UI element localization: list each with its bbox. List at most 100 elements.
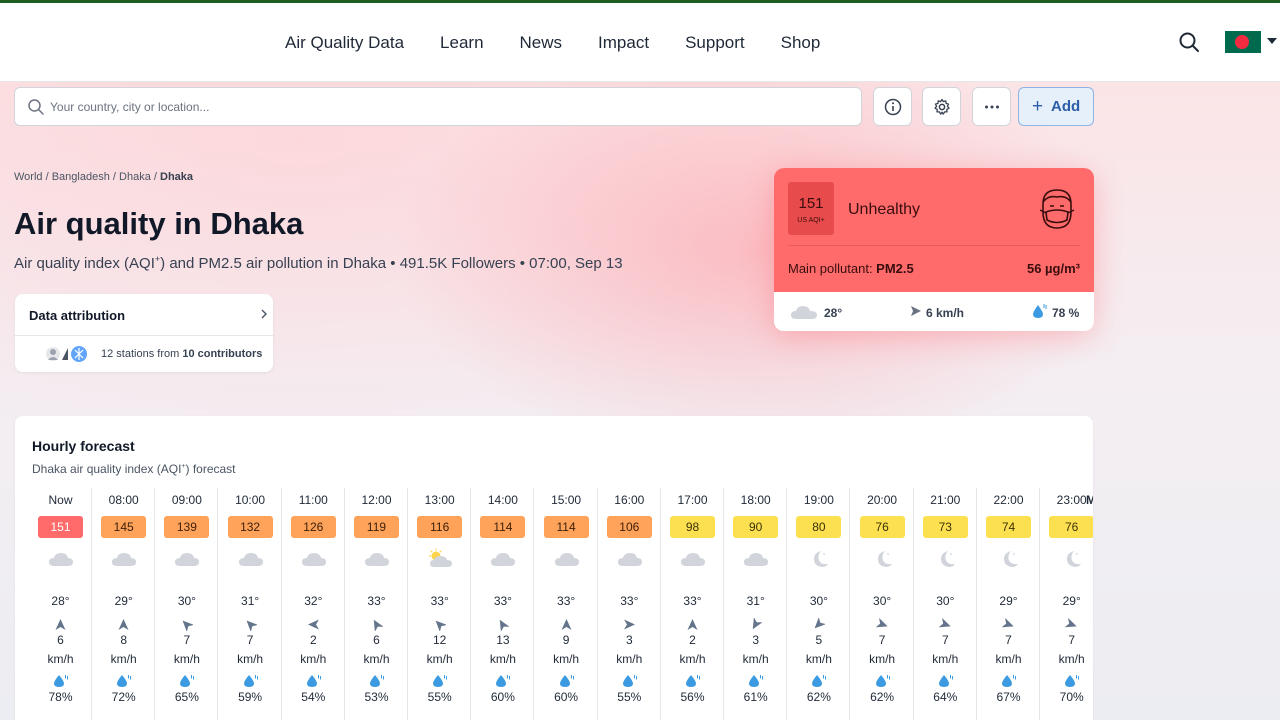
forecast-temp: 33° (493, 594, 512, 608)
wind-direction-icon (687, 619, 698, 630)
wind-direction-icon (1002, 618, 1014, 628)
forecast-aqi-badge: 73 (922, 516, 968, 538)
nav-news[interactable]: News (520, 33, 563, 53)
moon-icon (933, 548, 959, 570)
wind-direction-icon (183, 620, 194, 631)
forecast-time: 08:00 (108, 493, 139, 507)
forecast-aqi-badge: 126 (290, 516, 336, 538)
forecast-wind-unit: km/h (1058, 652, 1085, 666)
forecast-humidity: 55% (427, 690, 452, 704)
wind-direction-icon (623, 619, 635, 630)
forecast-wind-speed: 12 (433, 633, 447, 647)
humidity-icon (1033, 304, 1047, 318)
cloud-icon (111, 548, 137, 570)
wind-direction-icon (246, 620, 257, 631)
forecast-time: 11:00 (298, 493, 328, 507)
wind-direction-icon (1065, 618, 1077, 628)
forecast-wind-unit: km/h (300, 652, 327, 666)
current-wind: 6 km/h (910, 305, 964, 320)
forecast-column: 09:00 139 30° 7 km/h 65% (155, 488, 219, 720)
humidity-icon (559, 675, 574, 687)
hourly-forecast-card: Hourly forecast Dhaka air quality index … (15, 416, 1093, 720)
forecast-humidity: 72% (111, 690, 136, 704)
sun-cloud-icon (427, 548, 453, 570)
breadcrumb-world[interactable]: World (14, 171, 43, 183)
forecast-aqi-badge: 90 (733, 516, 779, 538)
forecast-wind-unit: km/h (742, 652, 769, 666)
moon-icon (1059, 548, 1085, 570)
forecast-aqi-badge: 114 (480, 516, 526, 538)
info-button[interactable] (873, 87, 912, 126)
forecast-humidity: 65% (174, 690, 199, 704)
forecast-time: Now (48, 493, 73, 507)
forecast-aqi-badge: 132 (227, 516, 273, 538)
forecast-wind-unit: km/h (995, 652, 1022, 666)
site-header: Air Quality Data Learn News Impact Suppo… (0, 3, 1280, 82)
data-attribution-card[interactable]: Data attribution 12 stations from 10 con… (15, 294, 273, 372)
forecast-aqi-badge: 98 (670, 516, 715, 538)
forecast-wind-unit: km/h (363, 652, 390, 666)
bangladesh-flag-icon[interactable] (1225, 31, 1261, 53)
current-temp: 28° (790, 303, 842, 324)
nav-air-quality-data[interactable]: Air Quality Data (285, 33, 404, 53)
humidity-icon (1002, 675, 1016, 687)
forecast-time: 15:00 (551, 493, 582, 507)
nav-support[interactable]: Support (685, 33, 745, 53)
aqi-badge: 151 US AQI+ (788, 182, 834, 235)
settings-button[interactable] (922, 87, 961, 126)
more-button[interactable] (972, 87, 1011, 126)
forecast-column: 13:00 116 33° 12 km/h 55% (408, 488, 472, 720)
cloud-icon (238, 548, 264, 570)
humidity-icon (1065, 675, 1080, 687)
forecast-aqi-badge: 151 (38, 516, 83, 538)
forecast-temp: 33° (683, 594, 702, 608)
humidity-icon (496, 675, 511, 687)
cloud-icon (791, 306, 817, 319)
forecast-aqi-badge: 139 (164, 516, 210, 538)
forecast-wind-speed: 7 (941, 633, 949, 647)
forecast-subtitle: Dhaka air quality index (AQI+) forecast (32, 462, 236, 476)
nav-learn[interactable]: Learn (440, 33, 483, 53)
breadcrumb-country[interactable]: Bangladesh (52, 171, 110, 183)
humidity-icon (117, 675, 132, 687)
gear-icon (934, 98, 950, 115)
face-mask-icon (1039, 189, 1075, 229)
forecast-columns: Now 151 28° 6 km/h 78% 08:00 145 29° 8 km/h 72% 09:0… (15, 488, 1093, 720)
forecast-time: 14:00 (487, 493, 518, 507)
forecast-wind-speed: 2 (689, 633, 696, 647)
forecast-wind-speed: 7 (878, 633, 886, 647)
humidity-icon (875, 675, 890, 687)
nav-shop[interactable]: Shop (781, 33, 821, 53)
forecast-time: 10:00 (235, 493, 266, 507)
forecast-column: 15:00 114 33° 9 km/h 60% (535, 488, 598, 720)
forecast-time: 19:00 (803, 493, 834, 507)
humidity-icon (686, 675, 700, 687)
breadcrumb-region[interactable]: Dhaka (119, 171, 151, 183)
add-button[interactable]: + Add (1018, 87, 1094, 126)
forecast-time: 12:00 (361, 493, 392, 507)
forecast-wind-unit: km/h (553, 652, 580, 666)
forecast-humidity: 60% (554, 690, 579, 704)
nav-impact[interactable]: Impact (598, 33, 649, 53)
forecast-temp: 31° (746, 594, 765, 608)
forecast-temp: 30° (177, 594, 196, 608)
forecast-aqi-badge: 116 (417, 516, 463, 538)
caret-down-icon[interactable] (1267, 38, 1277, 44)
forecast-temp: 30° (873, 594, 892, 608)
forecast-wind-unit: km/h (869, 652, 896, 666)
forecast-wind-unit: km/h (237, 652, 264, 666)
forecast-time: 21:00 (930, 493, 961, 507)
forecast-time: 20:00 (867, 493, 898, 507)
forecast-column: 21:00 73 30° 7 km/h 64% (914, 488, 977, 720)
forecast-wind-unit: km/h (616, 652, 643, 666)
forecast-column: 16:00 106 33° 3 km/h 55% (598, 488, 661, 720)
main-pollutant: Main pollutant: PM2.5 (788, 261, 914, 276)
forecast-time: 17:00 (677, 493, 708, 507)
stations-count: 12 stations from 10 contributors (101, 348, 263, 360)
search-icon[interactable] (1177, 30, 1201, 54)
forecast-column: Now 151 28° 6 km/h 78% (29, 488, 92, 720)
search-input[interactable] (50, 96, 830, 118)
humidity-icon (938, 675, 953, 687)
forecast-wind-speed: 13 (496, 633, 510, 647)
forecast-humidity: 54% (301, 690, 326, 704)
